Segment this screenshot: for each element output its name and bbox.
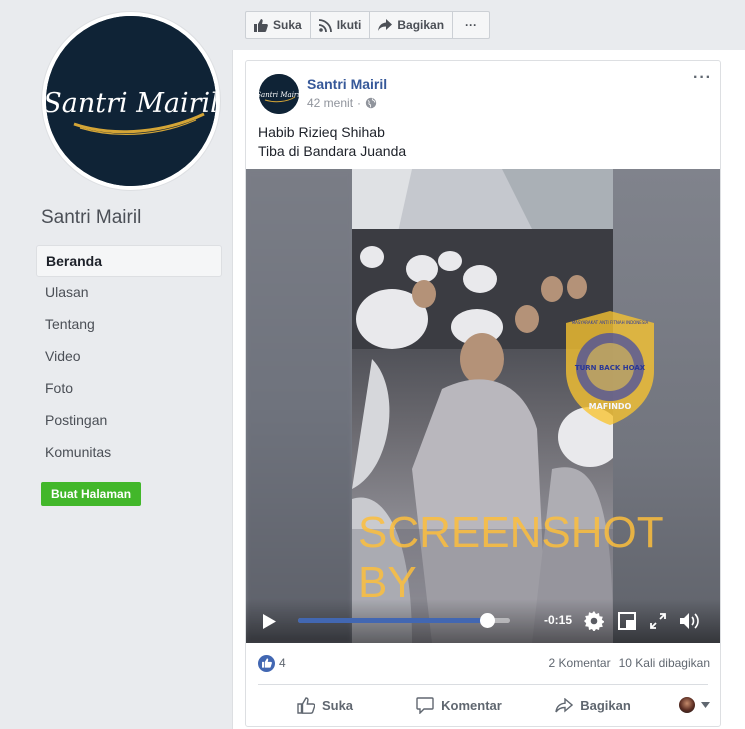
post-message: Habib Rizieq Shihab Tiba di Bandara Juan… (258, 123, 406, 161)
dot-separator: · (357, 96, 362, 110)
avatar (679, 697, 695, 713)
video-progress-knob[interactable] (479, 613, 495, 628)
create-page-button[interactable]: Buat Halaman (41, 482, 142, 506)
page-title[interactable]: Santri Mairil (41, 207, 141, 229)
post-options-button[interactable]: ··· (693, 69, 712, 87)
thumbs-up-icon (297, 696, 315, 714)
nav-item-foto[interactable]: Foto (36, 373, 222, 405)
comment-bubble-icon (416, 696, 434, 714)
like-button[interactable]: Suka (258, 696, 392, 714)
rss-icon (318, 18, 332, 32)
video-blur-left (246, 169, 352, 643)
nav-item-beranda[interactable]: Beranda (36, 245, 222, 277)
author-logo: Santri Mairil (259, 74, 299, 114)
fullscreen-icon[interactable] (650, 613, 666, 629)
post-actions: Suka Komentar Bagikan (258, 689, 710, 721)
chevron-down-icon (701, 702, 710, 708)
post-stats: 4 2 Komentar 10 Kali dibagikan (258, 652, 710, 674)
post-card: Santri Mairil Santri Mairil 42 menit · ·… (245, 60, 721, 727)
post-meta: 42 menit · (307, 96, 377, 110)
like-page-label: Suka (273, 18, 302, 32)
globe-icon[interactable] (365, 97, 377, 109)
nav-item-komunitas[interactable]: Komunitas (36, 437, 222, 469)
post-author-name[interactable]: Santri Mairil (307, 76, 387, 92)
share-count[interactable]: 10 Kali dibagikan (619, 656, 710, 670)
seal-bottom-text: MAFINDO (589, 402, 632, 411)
post-author-avatar[interactable]: Santri Mairil (259, 74, 299, 114)
nav-item-tentang[interactable]: Tentang (36, 309, 222, 341)
follow-button[interactable]: Ikuti (311, 12, 371, 38)
seal-text-top: MASYARAKAT ANTI FITNAH INDONESIA (572, 320, 649, 325)
video-player[interactable]: MASYARAKAT ANTI FITNAH INDONESIA TURN BA… (246, 169, 720, 643)
nav-item-ulasan[interactable]: Ulasan (36, 277, 222, 309)
video-time-remaining: -0:15 (544, 613, 573, 627)
page-nav: Beranda Ulasan Tentang Video Foto Postin… (36, 245, 222, 469)
volume-icon[interactable] (679, 612, 701, 630)
like-reaction-icon[interactable] (258, 654, 275, 672)
like-page-button[interactable]: Suka (246, 12, 311, 38)
reaction-count[interactable]: 4 (279, 656, 286, 670)
follow-label: Ikuti (336, 18, 362, 32)
share-page-button[interactable]: Bagikan (370, 12, 454, 38)
share-page-label: Bagikan (397, 18, 445, 32)
thumbs-up-icon (254, 18, 268, 32)
share-button[interactable]: Bagikan (526, 697, 660, 713)
divider (258, 684, 708, 685)
comment-button[interactable]: Komentar (392, 696, 526, 714)
post-text-line: Habib Rizieq Shihab (258, 124, 385, 140)
page-action-bar: Suka Ikuti Bagikan ··· (245, 11, 491, 39)
pip-icon[interactable] (618, 612, 636, 630)
video-progress-bar[interactable] (298, 613, 510, 628)
comment-count[interactable]: 2 Komentar (549, 656, 611, 670)
share-as-selector[interactable] (660, 697, 710, 713)
mafindo-seal: MASYARAKAT ANTI FITNAH INDONESIA TURN BA… (566, 311, 654, 425)
share-arrow-icon (378, 19, 393, 31)
comment-label: Komentar (441, 697, 502, 713)
like-label: Suka (321, 697, 354, 713)
nav-item-video[interactable]: Video (36, 341, 222, 373)
video-progress-fill (298, 618, 487, 623)
logo: Santri Mairil (46, 16, 216, 186)
post-timestamp[interactable]: 42 menit (307, 96, 353, 110)
video-controls: -0:15 (246, 599, 720, 643)
nav-item-postingan[interactable]: Postingan (36, 405, 222, 437)
post-text-line: Tiba di Bandara Juanda (258, 143, 407, 159)
share-label: Bagikan (580, 697, 631, 713)
profile-picture[interactable]: Santri Mairil (42, 12, 220, 190)
share-arrow-icon (555, 697, 574, 713)
more-options-button[interactable]: ··· (453, 12, 489, 38)
logo-text: Santri Mairil (46, 88, 216, 119)
seal-center-text: TURN BACK HOAX (575, 364, 646, 372)
santri-mairil-logo: Santri Mairil (46, 16, 216, 186)
page-sidebar: Santri Mairil Santri Mairil Beranda Ulas… (0, 0, 232, 729)
gear-icon[interactable] (584, 611, 604, 631)
play-icon[interactable] (262, 614, 276, 629)
thumbs-up-icon (261, 658, 272, 668)
